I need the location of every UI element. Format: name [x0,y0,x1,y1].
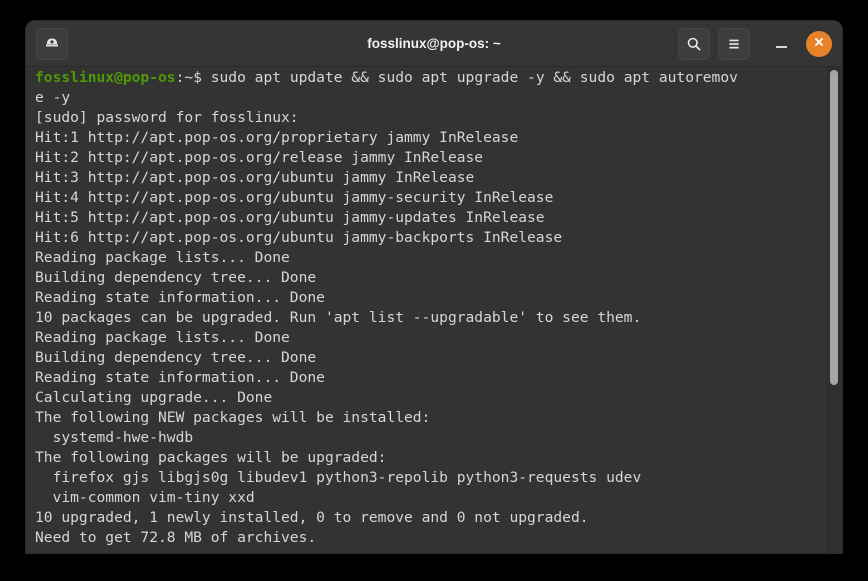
close-button[interactable] [806,30,832,57]
terminal-line: Building dependency tree... Done [35,349,317,366]
terminal-line: systemd-hwe-hwdb [35,429,194,446]
terminal-line: Reading package lists... Done [35,249,290,266]
terminal-line: Hit:4 http://apt.pop-os.org/ubuntu jammy… [35,189,554,206]
terminal-line: Calculating upgrade... Done [35,389,273,406]
menu-button[interactable] [718,27,750,60]
prompt-user-host: fosslinux@pop-os [35,69,176,86]
terminal-prompt-line: fosslinux@pop-os:~$ sudo apt update && s… [35,68,816,88]
terminal-output: fosslinux@pop-os:~$ sudo apt update && s… [35,68,816,548]
prompt-path-sigil: :~$ [175,69,202,86]
terminal-line: Hit:6 http://apt.pop-os.org/ubuntu jammy… [35,229,563,246]
terminal-content-area[interactable]: fosslinux@pop-os:~$ sudo apt update && s… [26,67,842,553]
terminal-scrollbar-thumb[interactable] [830,70,838,385]
terminal-line: 10 upgraded, 1 newly installed, 0 to rem… [35,509,589,526]
terminal-line: Building dependency tree... Done [35,269,317,286]
terminal-line: 10 packages can be upgraded. Run 'apt li… [35,309,642,326]
terminal-line: Hit:5 http://apt.pop-os.org/ubuntu jammy… [35,209,545,226]
terminal-line: e -y [35,89,71,106]
terminal-line: Reading state information... Done [35,289,325,306]
terminal-window: fosslinux@pop-os: ~ fosslinux@pop-os:~$ … [26,21,842,553]
terminal-line: Reading package lists... Done [35,329,290,346]
title-bar[interactable]: fosslinux@pop-os: ~ [26,21,842,67]
terminal-command: sudo apt update && sudo apt upgrade -y &… [201,69,738,86]
search-icon [686,36,702,52]
minimize-icon [775,46,787,48]
terminal-line: Hit:1 http://apt.pop-os.org/proprietary … [35,129,519,146]
terminal-line: vim-common vim-tiny xxd [35,489,255,506]
terminal-line: Reading state information... Done [35,369,325,386]
title-bar-right-group [678,27,832,60]
terminal-scrollbar[interactable] [826,67,842,553]
terminal-line: Hit:3 http://apt.pop-os.org/ubuntu jammy… [35,169,475,186]
terminal-line: firefox gjs libgjs0g libudev1 python3-re… [35,469,642,486]
terminal-line: The following packages will be upgraded: [35,449,387,466]
search-button[interactable] [678,27,710,60]
new-tab-icon [44,36,60,52]
terminal-line: [sudo] password for fosslinux: [35,109,299,126]
minimize-button[interactable] [768,31,794,57]
close-icon [812,34,826,53]
title-bar-left-group [36,27,68,60]
terminal-line: The following NEW packages will be insta… [35,409,431,426]
hamburger-menu-icon [726,36,742,52]
terminal-line: Need to get 72.8 MB of archives. [35,529,317,546]
terminal-line: Hit:2 http://apt.pop-os.org/release jamm… [35,149,484,166]
new-tab-button[interactable] [36,27,68,60]
